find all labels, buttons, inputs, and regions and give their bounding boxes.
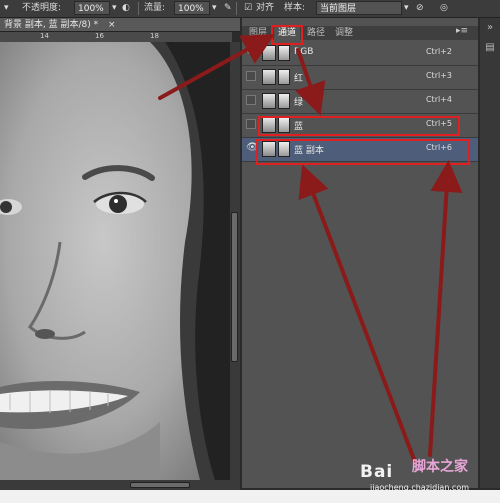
channel-row-red[interactable]: 红 Ctrl+3 xyxy=(242,66,478,90)
collapse-icon[interactable]: » xyxy=(484,22,496,34)
watermark-url: jiaocheng.chazidian.com xyxy=(370,483,470,492)
channel-thumbnail xyxy=(278,69,290,85)
channels-panel: 图层 通道 路径 调整 ▸≡ 👁 RGB Ctrl+2 红 Ctrl+3 绿 C… xyxy=(242,18,478,488)
document-tab[interactable]: 背景 副本, 蓝 副本/8) * × xyxy=(0,18,240,32)
align-checkbox[interactable]: ☑ xyxy=(244,2,252,15)
align-label: 对齐 xyxy=(256,3,275,13)
opacity-label: 不透明度: xyxy=(22,3,62,13)
tab-paths[interactable]: 路径 xyxy=(304,26,328,40)
opacity-input[interactable]: 100% xyxy=(74,1,110,15)
visibility-checkbox[interactable] xyxy=(246,95,256,105)
channel-thumbnail xyxy=(262,69,276,85)
ruler-tick-label: 16 xyxy=(95,32,104,40)
channel-shortcut: Ctrl+3 xyxy=(425,71,452,80)
document-title: 背景 副本, 蓝 副本/8) * xyxy=(4,20,99,30)
airbrush-pressure-icon[interactable]: ◐ xyxy=(122,2,130,15)
scroll-thumb[interactable] xyxy=(231,212,238,362)
sample-label: 样本: xyxy=(284,3,306,13)
ruler-tick-label: 14 xyxy=(40,32,49,40)
history-icon[interactable]: ▤ xyxy=(484,42,496,54)
channel-thumbnail xyxy=(278,93,290,109)
tab-layers[interactable]: 图层 xyxy=(246,26,270,40)
channel-shortcut: Ctrl+4 xyxy=(425,95,452,104)
channel-shortcut: Ctrl+2 xyxy=(425,47,452,56)
eye-icon[interactable]: 👁 xyxy=(246,47,259,57)
annotation-box-blue-copy-channel xyxy=(256,139,470,165)
channel-name: RGB xyxy=(294,47,314,57)
options-bar: ▾ 不透明度: 100% ▾ ◐ 流量: 100% ▾ ✎ ☑ 对齐 样本: 当… xyxy=(0,0,500,18)
close-icon[interactable]: × xyxy=(108,18,116,32)
channel-thumbnail xyxy=(262,45,276,61)
side-toolbar: » ▤ xyxy=(480,18,500,488)
ruler-tick-label: 18 xyxy=(150,32,159,40)
flow-label: 流量: xyxy=(144,3,166,13)
vertical-scrollbar[interactable] xyxy=(230,42,240,480)
chevron-down-icon[interactable]: ▾ xyxy=(404,2,409,15)
portrait-image xyxy=(0,42,230,480)
horizontal-scrollbar[interactable] xyxy=(0,480,240,490)
channel-name: 红 xyxy=(294,74,304,84)
document-canvas[interactable] xyxy=(0,42,230,480)
annotation-box-channels-tab xyxy=(271,25,303,45)
channel-thumbnail xyxy=(278,45,290,61)
flow-input[interactable]: 100% xyxy=(174,1,210,15)
channel-row-rgb[interactable]: 👁 RGB Ctrl+2 xyxy=(242,42,478,66)
watermark-brand: Bai xyxy=(360,462,394,482)
visibility-checkbox[interactable] xyxy=(246,119,256,129)
channel-thumbnail xyxy=(262,93,276,109)
visibility-checkbox[interactable] xyxy=(246,71,256,81)
panel-menu-icon[interactable]: ▸≡ xyxy=(456,26,468,36)
chevron-down-icon[interactable]: ▾ xyxy=(212,2,217,15)
channel-row-green[interactable]: 绿 Ctrl+4 xyxy=(242,90,478,114)
eye-icon[interactable]: 👁 xyxy=(246,143,259,153)
pressure-size-icon[interactable]: ◎ xyxy=(440,2,448,15)
chevron-down-icon[interactable]: ▾ xyxy=(112,2,117,15)
watermark-site-name: 脚本之家 xyxy=(412,459,468,475)
sample-select[interactable]: 当前图层 xyxy=(316,1,402,15)
ignore-adjustment-icon[interactable]: ⊘ xyxy=(416,2,424,15)
channel-name: 绿 xyxy=(294,98,304,108)
chevron-down-icon[interactable]: ▾ xyxy=(4,2,9,15)
tab-adjustments[interactable]: 调整 xyxy=(332,26,356,40)
scroll-thumb[interactable] xyxy=(130,482,190,488)
annotation-box-blue-channel xyxy=(258,116,460,136)
airbrush-icon[interactable]: ✎ xyxy=(224,2,232,15)
